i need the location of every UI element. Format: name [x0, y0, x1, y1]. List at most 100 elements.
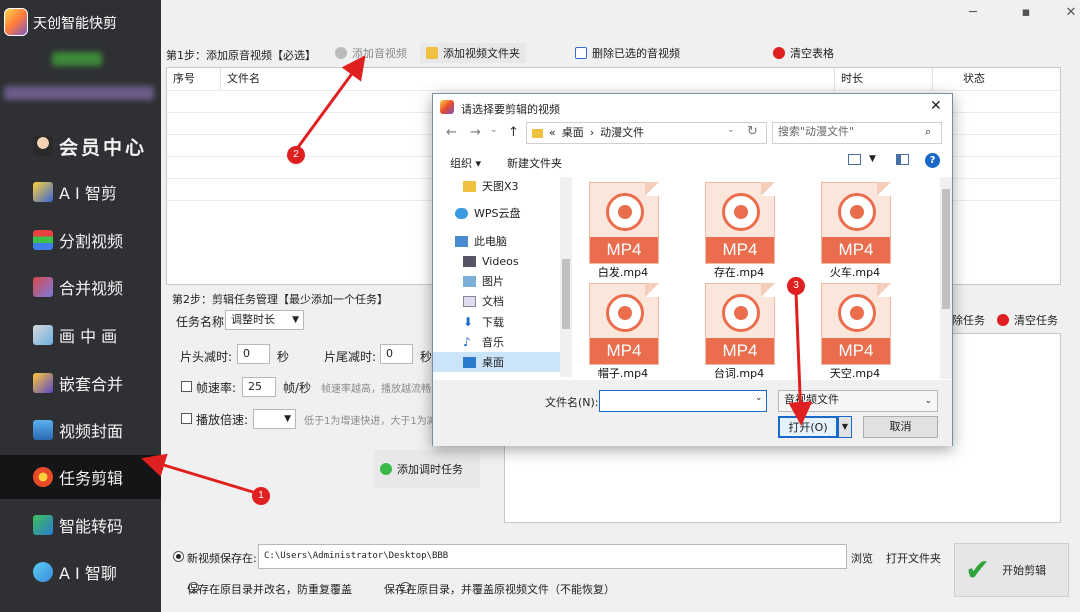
dialog-close-button[interactable]: ✕ [930, 98, 942, 114]
save-path-input[interactable]: C:\Users\Administrator\Desktop\BBB [258, 544, 847, 569]
browse-button[interactable]: 浏览 [851, 550, 873, 566]
tree-item-tiantu[interactable]: 天图X3 [433, 176, 571, 196]
tree-item-downloads[interactable]: ⬇ 下载 [433, 312, 571, 332]
search-icon[interactable]: ⌕ [925, 125, 931, 139]
file-scrollbar[interactable] [940, 177, 952, 379]
file-item[interactable]: MP4 台词.mp4 [691, 283, 787, 380]
file-name: 帽子.mp4 [597, 367, 649, 380]
address-dropdown-icon[interactable]: ⌄ [727, 125, 735, 135]
up-arrow-icon[interactable]: ↑ [508, 125, 519, 140]
forward-arrow-icon[interactable]: → [470, 125, 481, 140]
new-folder-button[interactable]: 新建文件夹 [507, 155, 562, 171]
tree-item-label: 天图X3 [482, 180, 519, 193]
cancel-button[interactable]: 取消 [863, 416, 938, 438]
clear-icon [773, 47, 785, 59]
tree-scrollbar[interactable] [560, 177, 572, 377]
clear-tasks-button[interactable]: 清空任务 [991, 310, 1064, 330]
file-item[interactable]: MP4 火车.mp4 [807, 182, 903, 282]
back-arrow-icon[interactable]: ← [446, 125, 457, 140]
column-header-filename: 文件名 [221, 68, 835, 90]
delete-task-label: 除任务 [952, 314, 985, 327]
tail-cut-input[interactable]: 0 [380, 344, 413, 364]
desktop-icon [463, 356, 476, 368]
breadcrumb-anime-files[interactable]: 动漫文件 [600, 124, 644, 142]
file-grid[interactable]: MP4 白发.mp4 MP4 存在.mp4 MP4 火车.mp4 MP4 帽子.mp4 … [575, 176, 940, 380]
sidebar-item-label: 画 中 画 [59, 327, 118, 346]
save-new-radio[interactable] [173, 551, 184, 562]
sidebar-item-merge-video[interactable]: 合并视频 [0, 265, 161, 309]
frame-rate-checkbox[interactable] [181, 381, 192, 392]
chevron-down-icon[interactable]: ▼ [869, 154, 876, 164]
tree-item-pictures[interactable]: 图片 [433, 271, 571, 291]
chevron-down-icon[interactable]: ⌄ [755, 393, 763, 403]
tree-item-this-pc[interactable]: 此电脑 [433, 231, 571, 251]
organize-button[interactable]: 组织 ▾ [450, 155, 481, 171]
sidebar-item-video-cover[interactable]: 视频封面 [0, 408, 161, 452]
minimize-button[interactable]: ─ [966, 6, 980, 20]
help-icon[interactable]: ? [925, 153, 940, 168]
preview-pane-icon[interactable] [896, 154, 909, 165]
search-input[interactable]: 搜索"动漫文件" [772, 122, 942, 144]
file-name: 台词.mp4 [713, 367, 765, 380]
tree-item-desktop[interactable]: 桌面 [433, 352, 571, 372]
sidebar-item-label: 智能转码 [59, 517, 124, 536]
frame-rate-label: 帧速率: [196, 381, 237, 395]
tree-item-label: 文档 [482, 295, 504, 308]
file-item[interactable]: MP4 天空.mp4 [807, 283, 903, 380]
navigation-tree[interactable]: 天图X3 WPS云盘 此电脑 Videos 图片 文档 ⬇ 下载 ♪ 音乐 桌面 [433, 176, 574, 380]
file-name: 火车.mp4 [829, 266, 881, 279]
speed-select[interactable]: ▼ [253, 409, 296, 429]
sidebar-item-label: 会员中心 [59, 136, 148, 159]
open-folder-button[interactable]: 打开文件夹 [886, 550, 941, 566]
tree-item-label: Videos [482, 254, 519, 268]
file-item[interactable]: MP4 白发.mp4 [575, 182, 671, 282]
tree-item-label: 此电脑 [474, 235, 507, 248]
sidebar-item-task-edit[interactable]: 任务剪辑 [0, 455, 161, 499]
file-item[interactable]: MP4 存在.mp4 [691, 182, 787, 282]
chevron-down-icon: ▼ [292, 315, 299, 325]
add-task-button[interactable]: 添加调时任务 [374, 450, 480, 488]
view-options-icon[interactable] [848, 154, 861, 165]
merge-icon [33, 277, 53, 297]
maximize-button[interactable]: ▪ [1019, 6, 1033, 20]
tree-item-documents[interactable]: 文档 [433, 291, 571, 311]
tree-item-videos[interactable]: Videos [433, 251, 571, 271]
cover-icon [33, 420, 53, 440]
filetype-select[interactable]: 音视频文件 ⌄ [778, 390, 938, 412]
sidebar-item-label: 合并视频 [59, 279, 124, 298]
open-button[interactable]: 打开(O) [778, 416, 838, 438]
file-type-badge: MP4 [822, 237, 890, 263]
filetype-value: 音视频文件 [784, 393, 839, 406]
filename-input[interactable] [599, 390, 767, 412]
task-name-select[interactable]: 调整时长 ▼ [225, 310, 304, 330]
open-dropdown-button[interactable]: ▼ [838, 416, 852, 438]
refresh-icon[interactable]: ↻ [747, 124, 758, 139]
tree-item-music[interactable]: ♪ 音乐 [433, 332, 571, 352]
sidebar-item-split-video[interactable]: 分割视频 [0, 218, 161, 262]
head-cut-input[interactable]: 0 [237, 344, 270, 364]
sidebar-item-member[interactable]: 会员中心 [0, 124, 161, 168]
sidebar-item-ai-cut[interactable]: A I 智剪 [0, 170, 161, 214]
sidebar-item-pip[interactable]: 画 中 画 [0, 313, 161, 357]
close-window-button[interactable]: ✕ [1064, 6, 1078, 20]
add-folder-label: 添加视频文件夹 [443, 47, 520, 60]
file-scrollbar-thumb[interactable] [942, 189, 950, 309]
clear-table-button[interactable]: 清空表格 [767, 43, 840, 63]
tree-item-wps-cloud[interactable]: WPS云盘 [433, 203, 571, 223]
sidebar-item-ai-chat[interactable]: A I 智聊 [0, 550, 161, 594]
step2-label: 第2步：剪辑任务管理【最少添加一个任务】 [172, 293, 388, 306]
sidebar-item-transcode[interactable]: 智能转码 [0, 503, 161, 547]
start-edit-button[interactable]: ✔ 开始剪辑 [954, 543, 1069, 597]
breadcrumb-overflow[interactable]: « [549, 124, 556, 142]
tree-scrollbar-thumb[interactable] [562, 259, 570, 329]
frame-rate-input[interactable]: 25 [242, 377, 276, 397]
add-av-button[interactable]: 添加音视频 [329, 43, 413, 63]
chevron-down-icon[interactable]: ⌄ [490, 125, 498, 135]
speed-checkbox[interactable] [181, 413, 192, 424]
breadcrumb-desktop[interactable]: 桌面 [562, 124, 584, 142]
delete-selected-button[interactable]: 删除已选的音视频 [569, 43, 686, 63]
add-folder-button[interactable]: 添加视频文件夹 [420, 43, 526, 63]
sidebar-item-nest-merge[interactable]: 嵌套合并 [0, 361, 161, 405]
file-item[interactable]: MP4 帽子.mp4 [575, 283, 671, 380]
tree-item-label: 下载 [482, 316, 504, 329]
